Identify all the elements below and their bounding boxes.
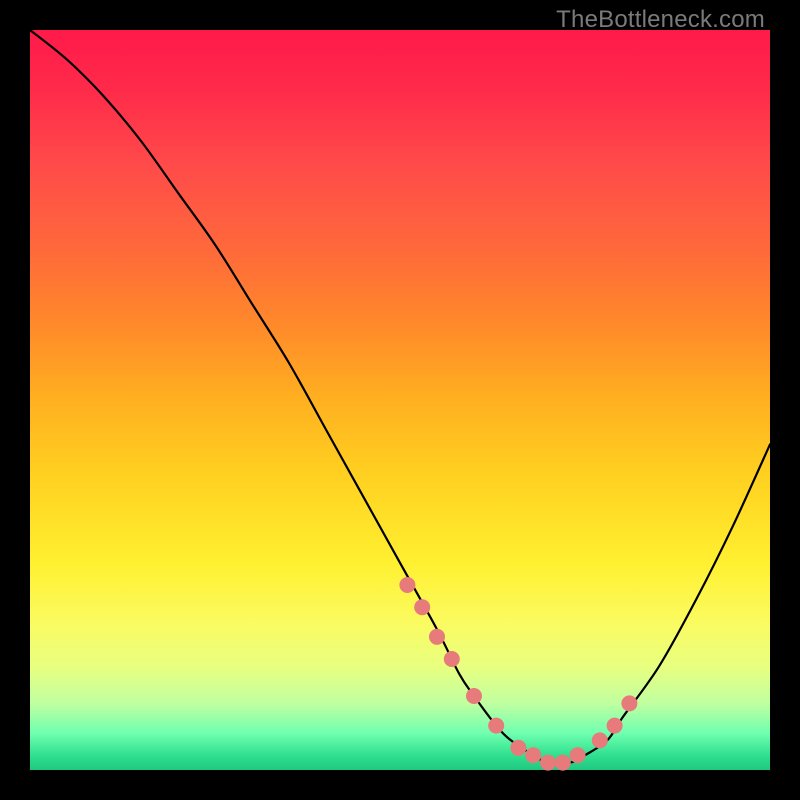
bottleneck-curve xyxy=(30,30,770,764)
highlight-dot xyxy=(510,740,526,756)
highlight-dot xyxy=(621,695,637,711)
highlight-dot xyxy=(414,599,430,615)
highlight-dot xyxy=(429,629,445,645)
watermark-text: TheBottleneck.com xyxy=(556,6,765,34)
chart-container: TheBottleneck.com xyxy=(0,0,800,800)
highlight-dot xyxy=(540,755,556,771)
highlight-dot xyxy=(525,747,541,763)
highlight-dots-group xyxy=(399,577,637,771)
highlight-dot xyxy=(555,755,571,771)
chart-svg xyxy=(30,30,770,770)
highlight-dot xyxy=(488,718,504,734)
highlight-dot xyxy=(570,747,586,763)
highlight-dot xyxy=(399,577,415,593)
highlight-dot xyxy=(444,651,460,667)
highlight-dot xyxy=(607,718,623,734)
highlight-dot xyxy=(592,732,608,748)
highlight-dot xyxy=(466,688,482,704)
